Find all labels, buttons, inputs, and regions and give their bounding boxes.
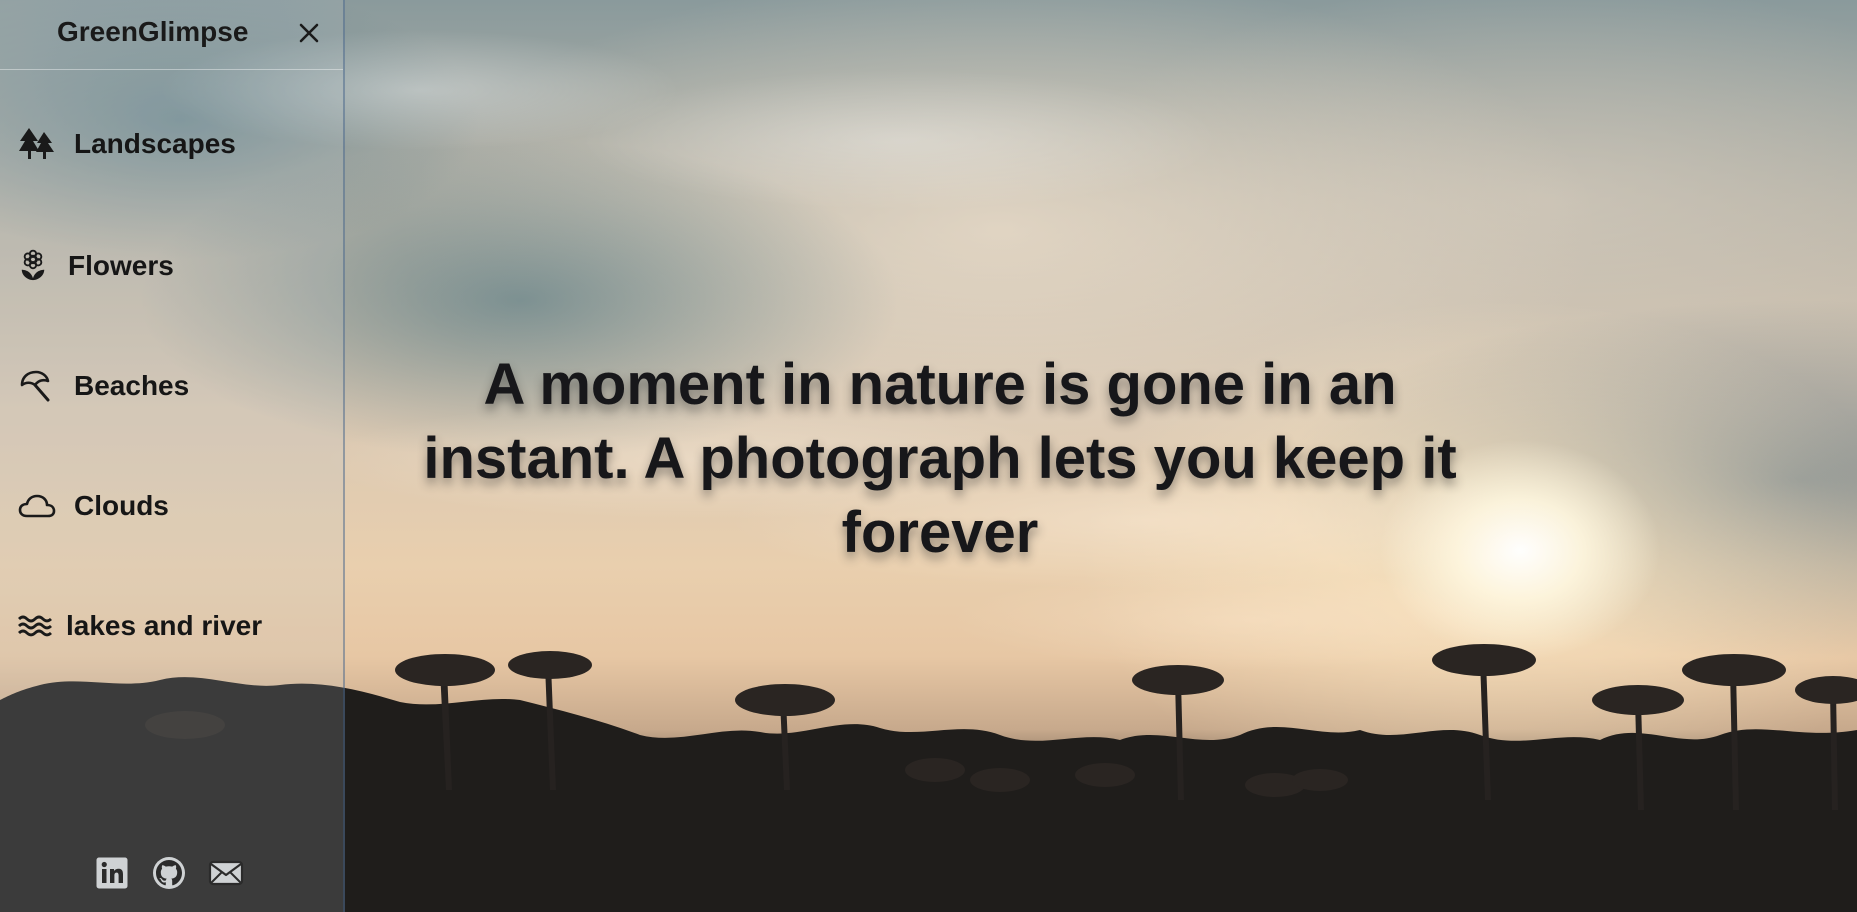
close-sidebar-button[interactable] xyxy=(292,14,326,52)
linkedin-link[interactable] xyxy=(94,855,130,891)
hero-quote: A moment in nature is gone in an instant… xyxy=(423,352,1457,565)
sidebar-item-label: Beaches xyxy=(74,370,190,401)
trees-icon xyxy=(18,125,56,163)
linkedin-icon xyxy=(95,856,129,890)
sidebar-item-label: Clouds xyxy=(74,490,169,521)
sidebar-item-landscapes[interactable]: Landscapes xyxy=(18,122,236,166)
sidebar-item-clouds[interactable]: Clouds xyxy=(18,484,169,528)
umbrella-icon xyxy=(18,367,56,405)
brand-title: GreenGlimpse xyxy=(57,16,249,47)
cloud-icon xyxy=(18,487,56,525)
github-icon xyxy=(153,857,185,889)
sidebar-header: GreenGlimpse xyxy=(0,0,343,70)
sidebar-item-label: Landscapes xyxy=(74,128,236,159)
close-icon xyxy=(299,23,319,43)
sidebar-item-flowers[interactable]: Flowers xyxy=(18,244,174,288)
sidebar-item-lakes-and-river[interactable]: lakes and river xyxy=(18,604,262,648)
github-link[interactable] xyxy=(151,855,187,891)
water-icon xyxy=(18,607,52,645)
sidebar-item-beaches[interactable]: Beaches xyxy=(18,364,189,408)
mail-icon xyxy=(208,860,244,886)
sidebar: GreenGlimpse Landscapes Flowers Beaches … xyxy=(0,0,345,912)
sidebar-item-label: lakes and river xyxy=(66,610,263,641)
email-link[interactable] xyxy=(208,855,244,891)
sidebar-item-label: Flowers xyxy=(68,250,174,281)
flower-icon xyxy=(18,247,48,285)
hero-background: A moment in nature is gone in an instant… xyxy=(0,0,1857,912)
